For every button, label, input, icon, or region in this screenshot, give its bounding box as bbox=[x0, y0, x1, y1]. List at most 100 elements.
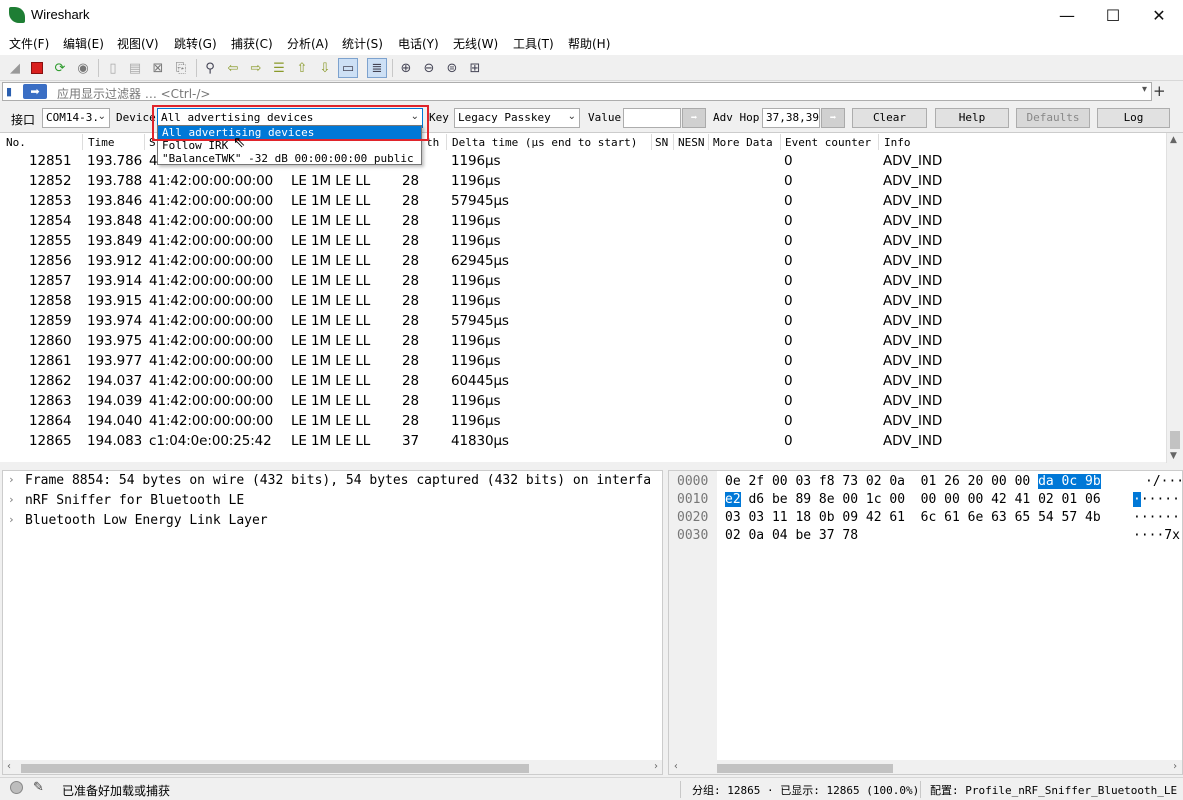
scroll-right-icon[interactable]: › bbox=[1172, 761, 1178, 772]
dropdown-item-balancetwk[interactable]: "BalanceTWK" -32 dB 00:00:00:00 public bbox=[158, 152, 421, 165]
menu-tools[interactable]: 工具(T) bbox=[513, 35, 554, 52]
start-capture-icon[interactable]: ◢ bbox=[5, 58, 25, 78]
close-file-icon[interactable]: ⊠ bbox=[148, 58, 168, 78]
table-row[interactable]: 12862 194.037 41:42:00:00:00:00 LE 1M LE LL… bbox=[0, 372, 1166, 392]
tree-item-frame[interactable]: › Frame 8854: 54 bytes on wire (432 bits… bbox=[3, 471, 662, 491]
table-row[interactable]: 12853 193.846 41:42:00:00:00:00 LE 1M LE LL… bbox=[0, 192, 1166, 212]
table-row[interactable]: 12863 194.039 41:42:00:00:00:00 LE 1M LE LL… bbox=[0, 392, 1166, 412]
resize-columns-icon[interactable]: ⊞ bbox=[465, 58, 485, 78]
column-delta-time[interactable]: Delta time (µs end to start) bbox=[452, 136, 637, 149]
menu-analyze[interactable]: 分析(A) bbox=[287, 35, 329, 52]
colorize-icon[interactable]: ≣ bbox=[367, 58, 387, 78]
table-row[interactable]: 12854 193.848 41:42:00:00:00:00 LE 1M LE LL… bbox=[0, 212, 1166, 232]
first-packet-icon[interactable]: ⇧ bbox=[292, 58, 312, 78]
packet-info: ADV_IND bbox=[883, 373, 943, 389]
table-row[interactable]: 12857 193.914 41:42:00:00:00:00 LE 1M LE LL… bbox=[0, 272, 1166, 292]
go-back-icon[interactable]: ⇦ bbox=[223, 58, 243, 78]
column-event-counter[interactable]: Event counter bbox=[785, 136, 871, 149]
table-row[interactable]: 12858 193.915 41:42:00:00:00:00 LE 1M LE LL… bbox=[0, 292, 1166, 312]
stop-capture-icon[interactable] bbox=[27, 58, 47, 78]
chevron-right-icon[interactable]: › bbox=[8, 493, 15, 506]
menu-edit[interactable]: 编辑(E) bbox=[63, 35, 104, 52]
column-nesn[interactable]: NESN bbox=[678, 136, 705, 149]
tree-item-ble-link-layer[interactable]: › Bluetooth Low Energy Link Layer bbox=[3, 511, 662, 531]
go-to-packet-icon[interactable]: ☰ bbox=[269, 58, 289, 78]
scroll-left-icon[interactable]: ‹ bbox=[673, 761, 679, 772]
column-more-data[interactable]: More Data bbox=[713, 136, 773, 149]
chevron-right-icon[interactable]: › bbox=[8, 473, 15, 486]
table-row[interactable]: 12860 193.975 41:42:00:00:00:00 LE 1M LE LL… bbox=[0, 332, 1166, 352]
restart-capture-icon[interactable]: ⟳ bbox=[50, 58, 70, 78]
adv-hop-input[interactable]: 37,38,39 bbox=[762, 108, 820, 128]
maximize-button[interactable]: ☐ bbox=[1090, 0, 1136, 31]
status-profile[interactable]: 配置: Profile_nRF_Sniffer_Bluetooth_LE bbox=[930, 782, 1177, 798]
table-row[interactable]: 12856 193.912 41:42:00:00:00:00 LE 1M LE LL… bbox=[0, 252, 1166, 272]
log-button[interactable]: Log bbox=[1097, 108, 1170, 128]
menu-file[interactable]: 文件(F) bbox=[9, 35, 49, 52]
details-hscroll-thumb[interactable] bbox=[21, 764, 529, 773]
apply-filter-icon[interactable]: ➡ bbox=[23, 84, 47, 99]
packet-length: 28 bbox=[402, 373, 419, 389]
menu-statistics[interactable]: 统计(S) bbox=[342, 35, 383, 52]
display-filter-bar[interactable]: ▮ ➡ 应用显示过滤器 … <Ctrl-/> ▾ bbox=[2, 82, 1152, 101]
apply-adv-hop-icon[interactable]: ➡ bbox=[821, 108, 845, 128]
scroll-right-icon[interactable]: › bbox=[654, 761, 658, 772]
column-time[interactable]: Time bbox=[88, 136, 115, 149]
find-packet-icon[interactable]: ⚲ bbox=[200, 58, 220, 78]
zoom-out-icon[interactable]: ⊖ bbox=[419, 58, 439, 78]
filter-input[interactable]: 应用显示过滤器 … <Ctrl-/> bbox=[57, 85, 210, 102]
column-sn[interactable]: SN bbox=[655, 136, 668, 149]
packet-source: 41:42:00:00:00:00 bbox=[149, 213, 274, 229]
bookmark-icon[interactable]: ▮ bbox=[6, 85, 19, 98]
reload-file-icon[interactable]: ⎘ bbox=[171, 58, 191, 78]
clear-button[interactable]: Clear bbox=[852, 108, 927, 128]
scroll-up-icon[interactable]: ▲ bbox=[1170, 135, 1177, 145]
table-row[interactable]: 12864 194.040 41:42:00:00:00:00 LE 1M LE LL… bbox=[0, 412, 1166, 432]
interface-select[interactable]: COM14-3. ⌄ bbox=[42, 108, 110, 128]
help-button[interactable]: Help bbox=[935, 108, 1009, 128]
table-row[interactable]: 12861 193.977 41:42:00:00:00:00 LE 1M LE LL… bbox=[0, 352, 1166, 372]
scroll-down-icon[interactable]: ▼ bbox=[1170, 451, 1177, 461]
scroll-thumb[interactable] bbox=[1170, 431, 1180, 449]
packet-list[interactable]: No. Time S th Delta time (µs end to star… bbox=[0, 132, 1183, 463]
table-row[interactable]: 12859 193.974 41:42:00:00:00:00 LE 1M LE LL… bbox=[0, 312, 1166, 332]
bytes-hscroll-thumb[interactable] bbox=[717, 764, 893, 773]
open-file-icon[interactable]: ▯ bbox=[103, 58, 123, 78]
details-hscrollbar[interactable]: ‹ › bbox=[3, 760, 662, 774]
apply-value-icon[interactable]: ➡ bbox=[682, 108, 706, 128]
capture-options-icon[interactable]: ◉ bbox=[73, 58, 93, 78]
tree-item-nrf-sniffer[interactable]: › nRF Sniffer for Bluetooth LE bbox=[3, 491, 662, 511]
edit-comment-icon[interactable]: ✎ bbox=[33, 780, 44, 795]
zoom-in-icon[interactable]: ⊕ bbox=[396, 58, 416, 78]
defaults-button[interactable]: Defaults bbox=[1016, 108, 1090, 128]
save-file-icon[interactable]: ▤ bbox=[125, 58, 145, 78]
menu-help[interactable]: 帮助(H) bbox=[568, 35, 610, 52]
key-select[interactable]: Legacy Passkey ⌄ bbox=[454, 108, 580, 128]
go-forward-icon[interactable]: ⇨ bbox=[246, 58, 266, 78]
table-row[interactable]: 12865 194.083 c1:04:0e:00:25:42 LE 1M LE LL… bbox=[0, 432, 1166, 452]
value-input[interactable] bbox=[623, 108, 681, 128]
minimize-button[interactable]: — bbox=[1044, 0, 1090, 31]
last-packet-icon[interactable]: ⇩ bbox=[315, 58, 335, 78]
menu-capture[interactable]: 捕获(C) bbox=[231, 35, 273, 52]
close-button[interactable]: ✕ bbox=[1136, 0, 1182, 31]
autoscroll-icon[interactable]: ▭ bbox=[338, 58, 358, 78]
menu-telephony[interactable]: 电话(Y) bbox=[398, 35, 439, 52]
bytes-hscrollbar[interactable]: ‹ › bbox=[669, 760, 1182, 774]
normal-size-icon[interactable]: ⊜ bbox=[442, 58, 462, 78]
menu-view[interactable]: 视图(V) bbox=[117, 35, 159, 52]
packet-bytes[interactable]: 0000 0e 2f 00 03 f8 73 02 0a 01 26 20 00… bbox=[668, 470, 1183, 775]
chevron-right-icon[interactable]: › bbox=[8, 513, 15, 526]
chevron-down-icon[interactable]: ▾ bbox=[1142, 84, 1147, 95]
table-row[interactable]: 12852 193.788 41:42:00:00:00:00 LE 1M LE LL… bbox=[0, 172, 1166, 192]
column-no[interactable]: No. bbox=[6, 136, 26, 149]
column-info[interactable]: Info bbox=[884, 136, 911, 149]
scroll-left-icon[interactable]: ‹ bbox=[7, 761, 11, 772]
table-row[interactable]: 12855 193.849 41:42:00:00:00:00 LE 1M LE LL… bbox=[0, 232, 1166, 252]
menu-go[interactable]: 跳转(G) bbox=[174, 35, 217, 52]
packet-details[interactable]: › Frame 8854: 54 bytes on wire (432 bits… bbox=[2, 470, 663, 775]
packet-delta: 1196µs bbox=[451, 393, 501, 409]
add-filter-button[interactable]: + bbox=[1153, 82, 1167, 100]
menu-wireless[interactable]: 无线(W) bbox=[453, 35, 498, 52]
packet-list-scrollbar[interactable]: ▲ ▼ bbox=[1166, 133, 1183, 463]
